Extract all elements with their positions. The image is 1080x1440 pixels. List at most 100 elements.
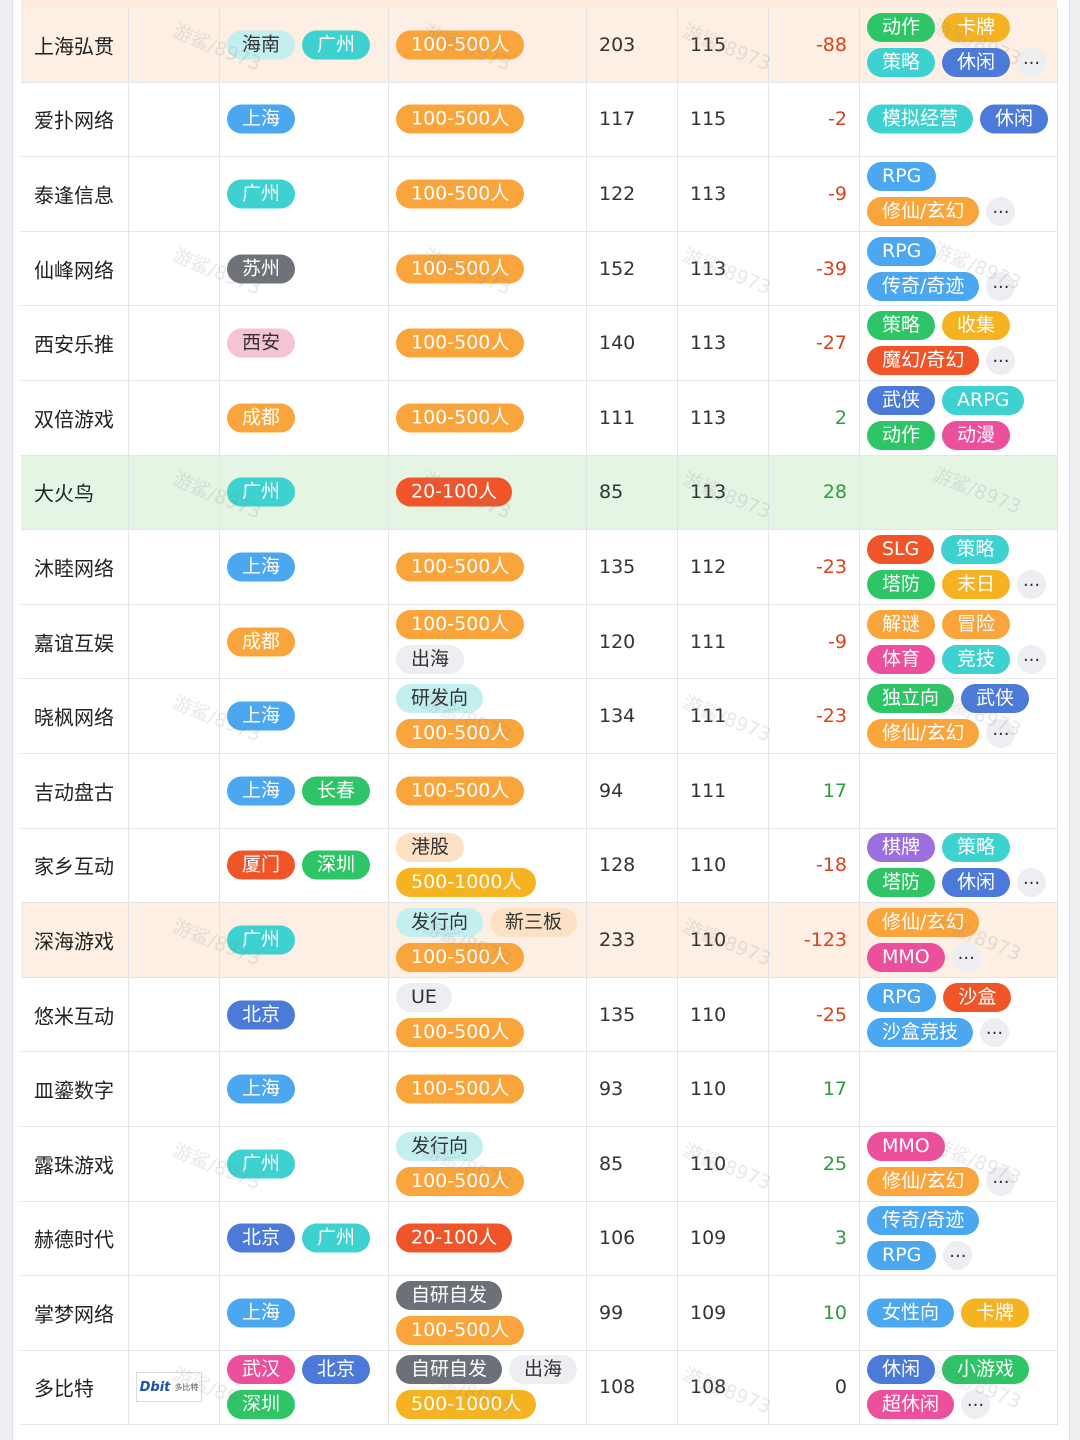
more-tags-button[interactable]: ... (961, 1390, 991, 1420)
more-tags-button[interactable]: ... (1017, 47, 1047, 77)
table-row[interactable]: 西安乐推 西安 100-500人 140 113 -27 策略 收集 魔幻/奇幻... (21, 306, 1058, 381)
table-row[interactable]: 晓枫网络 上海 研发向 100-500人 134 111 -23 独立向 武侠 修仙/玄幻... 游… (21, 679, 1058, 754)
game-tag-group: 休闲 小游戏 超休闲... (867, 1355, 1053, 1420)
game-tag: RPG (867, 236, 937, 266)
company-name[interactable]: 吉动盘古 (34, 776, 114, 805)
company-name[interactable]: 晓枫网络 (34, 702, 114, 731)
game-tag-group: RPG 传奇/奇迹... (867, 236, 1053, 301)
more-tags-button[interactable]: ... (986, 271, 1016, 301)
table-row[interactable]: 爱扑网络 上海 100-500人 117 115 -2 模拟经营 休闲 (21, 82, 1058, 158)
more-tags-button[interactable]: ... (986, 719, 1016, 749)
table-row[interactable]: 大火鸟 广州 20-100人 85 113 28 游鲨/8973 游鲨/8973 游鲨/8973… (21, 455, 1058, 531)
company-name[interactable]: 爱扑网络 (34, 105, 114, 134)
more-tags-button[interactable]: ... (986, 1166, 1016, 1196)
city-tag: 上海 (227, 701, 296, 731)
game-tag-line: 棋牌 策略 (867, 833, 1053, 863)
city-tag-group: 广州 (227, 925, 384, 955)
table-row[interactable]: 赫德时代 北京 广州 20-100人 106 109 3 传奇/奇迹 RPG... (21, 1201, 1058, 1277)
table-row[interactable]: 双倍游戏 成都 100-500人 111 113 2 武侠 ARPG 动作 动漫 (21, 380, 1058, 456)
company-name[interactable]: 家乡互动 (34, 851, 114, 880)
table-row[interactable]: 吉动盘古 上海 长春 100-500人 94 111 17 (21, 753, 1058, 829)
company-tag-line: 500-1000人 (396, 1390, 582, 1420)
metric-b: 111 (690, 705, 727, 728)
city-tag-line: 广州 (227, 1149, 384, 1179)
more-tags-button[interactable]: ... (986, 346, 1016, 376)
metric-b-cell: 111 (678, 753, 769, 828)
city-cell: 成都 (220, 380, 389, 455)
more-tags-button[interactable]: ... (1017, 569, 1047, 599)
table-row[interactable]: 深海游戏 广州 发行向 新三板 100-500人 233 110 -123 修仙/玄幻 MMO..… (21, 903, 1058, 978)
company-name[interactable]: 深海游戏 (34, 925, 114, 954)
table-row[interactable]: 皿鎏数字 上海 100-500人 93 110 17 (21, 1052, 1058, 1127)
game-tag-line: RPG (867, 161, 1053, 191)
company-tags-cell: 100-500人 (389, 380, 587, 455)
game-tag: 塔防 (867, 569, 936, 599)
company-tag: 100-500人 (396, 942, 525, 972)
game-tag-line: RPG (867, 236, 1053, 266)
company-tags-cell: 100-500人 (389, 530, 587, 604)
company-name[interactable]: 嘉谊互娱 (34, 627, 114, 656)
company-name[interactable]: 露珠游戏 (34, 1149, 114, 1178)
game-tag: 沙盒竞技 (867, 1017, 974, 1047)
table-row[interactable]: 泰逢信息 广州 100-500人 122 113 -9 RPG 修仙/玄幻... (21, 157, 1058, 232)
table-row[interactable]: 沐睦网络 上海 100-500人 135 112 -23 SLG 策略 塔防 末日... (21, 530, 1058, 605)
table-row[interactable]: 悠米互动 北京 UE 100-500人 135 110 -25 RPG 沙盒 沙盒竞技... (21, 977, 1058, 1053)
metric-change-cell: -39 (769, 231, 860, 306)
company-name[interactable]: 上海弘贯 (34, 30, 114, 59)
metric-change-cell: 17 (769, 1052, 860, 1126)
metric-b: 113 (690, 481, 727, 504)
metric-a: 140 (599, 332, 636, 355)
logo-cell (129, 903, 220, 977)
metric-change-cell: 2 (769, 380, 860, 455)
company-name[interactable]: 赫德时代 (34, 1224, 114, 1253)
game-tag-group: SLG 策略 塔防 末日... (867, 534, 1053, 599)
table-row[interactable]: 掌梦网络 上海 自研自发 100-500人 99 109 10 女性向 卡牌 (21, 1276, 1058, 1351)
company-name[interactable]: 仙峰网络 (34, 254, 114, 283)
company-tag-group: 20-100人 (396, 1223, 582, 1253)
table-row[interactable]: 仙峰网络 苏州 100-500人 152 113 -39 RPG 传奇/奇迹... 游鲨/897… (21, 231, 1058, 307)
more-tags-button[interactable]: ... (1017, 644, 1047, 674)
more-tags-button[interactable]: ... (980, 1017, 1010, 1047)
more-tags-button[interactable]: ... (943, 1241, 973, 1271)
metric-b-cell: 115 (678, 82, 769, 157)
more-tags-button[interactable]: ... (951, 942, 981, 972)
city-tag-group: 上海 (227, 104, 384, 134)
table-row[interactable]: 家乡互动 厦门 深圳 港股 500-1000人 128 110 -18 棋牌 策略 塔防 休闲... (21, 828, 1058, 904)
company-name[interactable]: 沐睦网络 (34, 552, 114, 581)
city-tag-line: 苏州 (227, 254, 384, 284)
company-name[interactable]: 泰逢信息 (34, 179, 114, 208)
company-name[interactable]: 西安乐推 (34, 329, 114, 358)
company-name[interactable]: 掌梦网络 (34, 1298, 114, 1327)
table-row[interactable]: 上海弘贯 海南 广州 100-500人 203 115 -88 动作 卡牌 策略 休闲... 游鲨/8… (21, 8, 1058, 83)
company-tag: 100-500人 (396, 328, 525, 358)
table-row[interactable]: 多比特 Dbit 多比特 武汉 北京 深圳 自研自发 出海 500-1000人 108 108 0 休闲… (21, 1350, 1058, 1426)
city-tag: 上海 (227, 1298, 296, 1328)
logo-cell: Dbit 多比特 (129, 1350, 220, 1425)
company-name-cell: 仙峰网络 (21, 231, 129, 306)
city-tag-line: 上海 (227, 1074, 384, 1104)
game-tags-cell: RPG 传奇/奇迹... (860, 231, 1058, 306)
company-name[interactable]: 悠米互动 (34, 1000, 114, 1029)
company-name[interactable]: 多比特 (34, 1373, 94, 1402)
game-tag: MMO (867, 942, 945, 972)
city-tag: 北京 (227, 1223, 296, 1253)
company-tag-line: 研发向 (396, 684, 582, 714)
company-tags-cell: UE 100-500人 (389, 977, 587, 1052)
game-tag-line: MMO (867, 1131, 1053, 1161)
company-tag-group: 100-500人 (396, 776, 582, 806)
company-name[interactable]: 双倍游戏 (34, 403, 114, 432)
city-cell: 广州 (220, 455, 389, 530)
logo-cell (129, 1201, 220, 1276)
more-tags-button[interactable]: ... (986, 196, 1016, 226)
metric-b: 115 (690, 108, 727, 131)
company-name[interactable]: 大火鸟 (34, 478, 94, 507)
table-row[interactable]: 露珠游戏 广州 发行向 100-500人 85 110 25 MMO 修仙/玄幻... 游鲨/89… (21, 1126, 1058, 1202)
metric-a-cell: 117 (587, 82, 678, 157)
logo-mark: Dbit (139, 1379, 171, 1395)
company-name[interactable]: 皿鎏数字 (34, 1075, 114, 1104)
metric-change: 25 (822, 1152, 847, 1175)
company-tag-line: 100-500人 (396, 609, 582, 639)
more-tags-button[interactable]: ... (1017, 868, 1047, 898)
table-row[interactable]: 嘉谊互娱 成都 100-500人 出海 120 111 -9 解谜 冒险 体育 竞技... (21, 604, 1058, 680)
company-tag-line: 港股 (396, 833, 582, 863)
